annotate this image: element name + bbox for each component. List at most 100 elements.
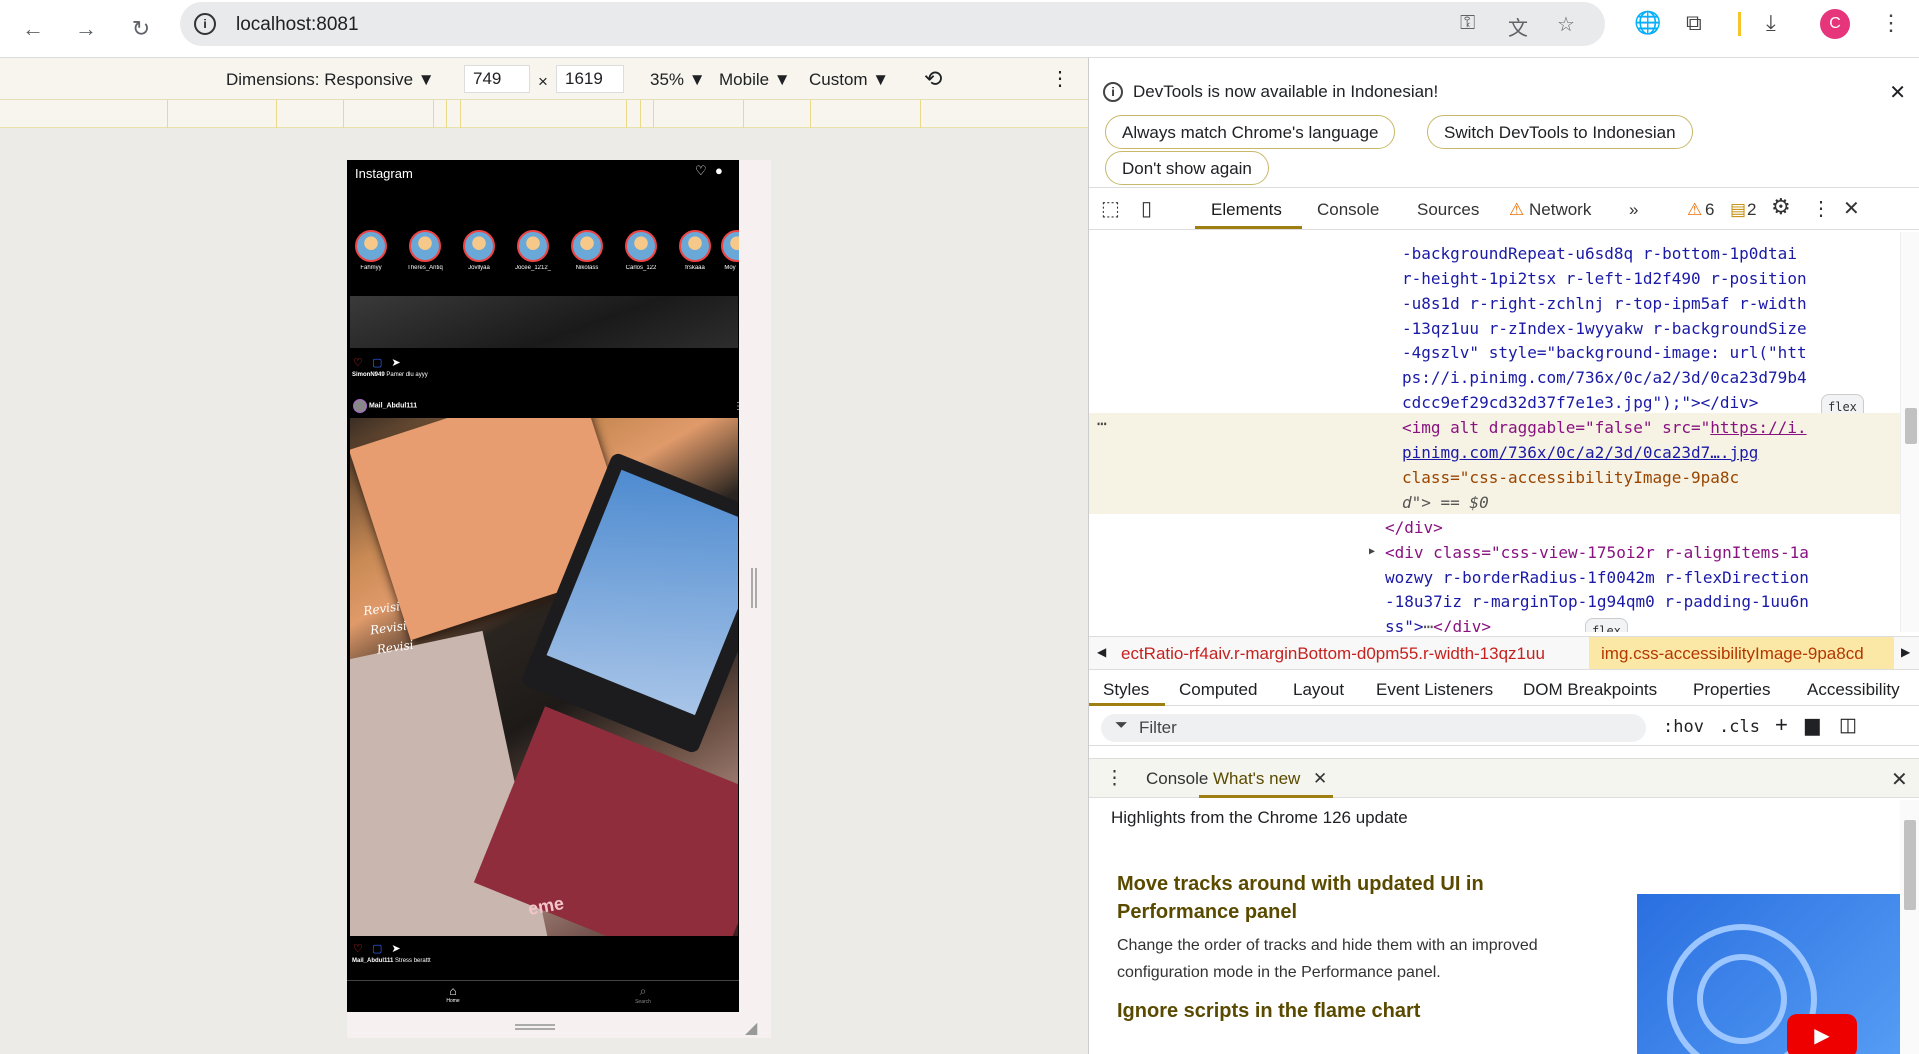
address-bar[interactable]: i localhost:8081 ⚿ 文 ☆ bbox=[180, 2, 1605, 46]
post-menu-icon[interactable]: ⋮ bbox=[733, 401, 739, 412]
styles-filter-input[interactable]: ⏷ Filter bbox=[1101, 714, 1646, 742]
story-item[interactable]: Jovllyaa bbox=[459, 230, 499, 271]
url-text[interactable]: localhost:8081 bbox=[236, 14, 359, 36]
close-devtools-icon[interactable]: ✕ bbox=[1843, 196, 1860, 221]
tab-dom-breakpoints[interactable]: DOM Breakpoints bbox=[1523, 680, 1657, 700]
dom-code-line[interactable]: r-height-1pi2tsx r-left-1d2f490 r-positi… bbox=[1402, 267, 1807, 292]
like-icon[interactable]: ♡ bbox=[353, 357, 363, 369]
tab-properties[interactable]: Properties bbox=[1693, 680, 1770, 700]
browser-menu-icon[interactable]: ⋮ bbox=[1880, 10, 1902, 36]
drawer-tab-console[interactable]: Console bbox=[1146, 769, 1208, 789]
resize-corner-icon[interactable]: ◢ bbox=[745, 1018, 757, 1038]
settings-gear-icon[interactable]: ⚙ bbox=[1771, 194, 1791, 220]
rotate-icon[interactable]: ⟲ bbox=[924, 66, 942, 92]
breadcrumb-item[interactable]: ectRatio-rf4aiv.r-marginBottom-d0pm55.r-… bbox=[1121, 644, 1545, 664]
tab-styles[interactable]: Styles bbox=[1103, 680, 1149, 700]
like-icon[interactable]: ♡ bbox=[353, 943, 363, 955]
tab-accessibility[interactable]: Accessibility bbox=[1807, 680, 1900, 700]
devtools-menu-icon[interactable]: ⋮ bbox=[1811, 196, 1831, 221]
warnings-count-icon[interactable]: ⚠ bbox=[1687, 200, 1702, 220]
dont-show-button[interactable]: Don't show again bbox=[1105, 151, 1269, 185]
paint-brush-icon[interactable]: ▆ bbox=[1805, 714, 1820, 737]
extension-globe-icon[interactable]: 🌐 bbox=[1634, 10, 1661, 36]
node-actions-icon[interactable]: ⋯ bbox=[1097, 412, 1107, 437]
post-image[interactable] bbox=[350, 296, 738, 348]
tab-search[interactable]: ⌕ Search bbox=[627, 984, 659, 1005]
share-icon[interactable]: ➤ bbox=[391, 357, 400, 369]
height-input[interactable]: 1619 bbox=[556, 65, 624, 93]
warnings-count[interactable]: 6 bbox=[1705, 200, 1714, 220]
flex-badge[interactable]: flex bbox=[1585, 618, 1628, 632]
post-image[interactable]: Revisi Revisi Revisi eme bbox=[350, 418, 738, 936]
tab-console[interactable]: Console bbox=[1317, 200, 1379, 220]
play-icon[interactable]: ▶ bbox=[1787, 1014, 1857, 1054]
share-icon[interactable]: ➤ bbox=[391, 943, 400, 955]
dimensions-dropdown[interactable]: Dimensions: Responsive ▼ bbox=[226, 70, 435, 90]
tab-computed[interactable]: Computed bbox=[1179, 680, 1257, 700]
dom-code-line[interactable]: ps://i.pinimg.com/736x/0c/a2/3d/0ca23d79… bbox=[1402, 366, 1807, 391]
article-title[interactable]: Ignore scripts in the flame chart bbox=[1117, 1000, 1537, 1023]
breadcrumb-right-arrow[interactable]: ▶ bbox=[1901, 645, 1910, 659]
bookmark-star-icon[interactable]: ☆ bbox=[1557, 12, 1575, 37]
extensions-puzzle-icon[interactable]: ⧉ bbox=[1686, 10, 1702, 36]
story-item[interactable]: Carlos_122 bbox=[621, 230, 661, 271]
throttle-dropdown[interactable]: Mobile ▼ bbox=[719, 70, 791, 90]
close-drawer-icon[interactable]: ✕ bbox=[1891, 767, 1908, 792]
whats-new-scrollbar[interactable] bbox=[1900, 800, 1919, 1054]
tab-event-listeners[interactable]: Event Listeners bbox=[1376, 680, 1493, 700]
profile-avatar[interactable]: C bbox=[1820, 9, 1850, 39]
story-item[interactable]: Fahmyy bbox=[351, 230, 391, 271]
dom-code-line[interactable]: -13qz1uu r-zIndex-1wyyakw r-backgroundSi… bbox=[1402, 317, 1807, 342]
story-item[interactable]: Jocee_1212_ bbox=[513, 230, 553, 271]
tab-network[interactable]: Network bbox=[1529, 200, 1591, 220]
img-selected-marker[interactable]: d"> == $0 bbox=[1402, 491, 1489, 516]
drawer-menu-icon[interactable]: ⋮ bbox=[1105, 767, 1124, 790]
messages-icon[interactable]: ▤ bbox=[1730, 200, 1746, 220]
password-key-icon[interactable]: ⚿ bbox=[1460, 12, 1475, 35]
tab-elements[interactable]: Elements bbox=[1211, 200, 1282, 220]
back-icon[interactable]: ← bbox=[16, 12, 50, 46]
media-query-ruler[interactable] bbox=[0, 100, 1088, 128]
close-infobar-icon[interactable]: ✕ bbox=[1889, 80, 1906, 105]
story-item[interactable]: Moy bbox=[721, 230, 739, 271]
device-toolbar-menu-icon[interactable]: ⋮ bbox=[1050, 66, 1070, 91]
reload-icon[interactable]: ↻ bbox=[124, 12, 158, 46]
hov-toggle[interactable]: :hov bbox=[1663, 717, 1704, 737]
drawer-tab-whats-new[interactable]: What's new bbox=[1213, 769, 1300, 789]
dom-code-line[interactable]: -4gszlv" style="background-image: url("h… bbox=[1402, 341, 1807, 366]
messenger-icon[interactable]: ● bbox=[715, 163, 723, 178]
img-src-link[interactable]: pinimg.com/736x/0c/a2/3d/0ca23d7….jpg bbox=[1402, 441, 1758, 466]
comment-icon[interactable]: ▢ bbox=[372, 943, 382, 955]
div-node-line[interactable]: -18u37iz r-marginTop-1g94qm0 r-padding-1… bbox=[1385, 590, 1809, 615]
sidebar-toggle-icon[interactable]: ◫ bbox=[1839, 714, 1857, 737]
img-class-line[interactable]: class="css-accessibilityImage-9pa8c bbox=[1402, 466, 1739, 491]
zoom-dropdown[interactable]: 35% ▼ bbox=[650, 70, 706, 90]
switch-language-button[interactable]: Switch DevTools to Indonesian bbox=[1427, 115, 1693, 149]
comment-icon[interactable]: ▢ bbox=[372, 357, 382, 369]
device-toggle-icon[interactable]: ▯ bbox=[1141, 196, 1152, 221]
div-node-line[interactable]: ss">⋯</div> bbox=[1385, 615, 1491, 632]
download-icon[interactable]: ⤓ bbox=[1766, 10, 1776, 36]
post-username[interactable]: Mail_Abdul111 bbox=[369, 403, 417, 410]
close-whats-new-icon[interactable]: ✕ bbox=[1313, 769, 1327, 789]
width-input[interactable]: 749 bbox=[464, 65, 530, 93]
always-match-button[interactable]: Always match Chrome's language bbox=[1105, 115, 1396, 149]
dom-scrollbar[interactable] bbox=[1900, 232, 1919, 632]
breadcrumb-left-arrow[interactable]: ◀ bbox=[1097, 645, 1106, 659]
heart-icon[interactable]: ♡ bbox=[695, 163, 707, 179]
site-info-icon[interactable]: i bbox=[194, 13, 216, 35]
resize-handle-bottom[interactable] bbox=[515, 1024, 555, 1030]
story-item[interactable]: frskaaa bbox=[675, 230, 715, 271]
story-item[interactable]: Nikolass bbox=[567, 230, 607, 271]
cls-toggle[interactable]: .cls bbox=[1719, 717, 1760, 737]
dom-tree[interactable]: -backgroundRepeat-u6sd8q r-bottom-1p0dta… bbox=[1089, 232, 1919, 632]
div-node-line[interactable]: wozwy r-borderRadius-1f0042m r-flexDirec… bbox=[1385, 566, 1809, 591]
close-div-line[interactable]: </div> bbox=[1385, 516, 1443, 541]
new-rule-icon[interactable]: + bbox=[1775, 712, 1788, 738]
tab-layout[interactable]: Layout bbox=[1293, 680, 1344, 700]
messages-count[interactable]: 2 bbox=[1747, 200, 1756, 220]
forward-icon[interactable]: → bbox=[69, 12, 103, 46]
breadcrumb-item-selected[interactable]: img.css-accessibilityImage-9pa8cd bbox=[1589, 637, 1894, 669]
dom-code-line[interactable]: -u8s1d r-right-zchlnj r-top-ipm5af r-wid… bbox=[1402, 292, 1807, 317]
div-node-line[interactable]: <div class="css-view-175oi2r r-alignItem… bbox=[1385, 541, 1809, 566]
